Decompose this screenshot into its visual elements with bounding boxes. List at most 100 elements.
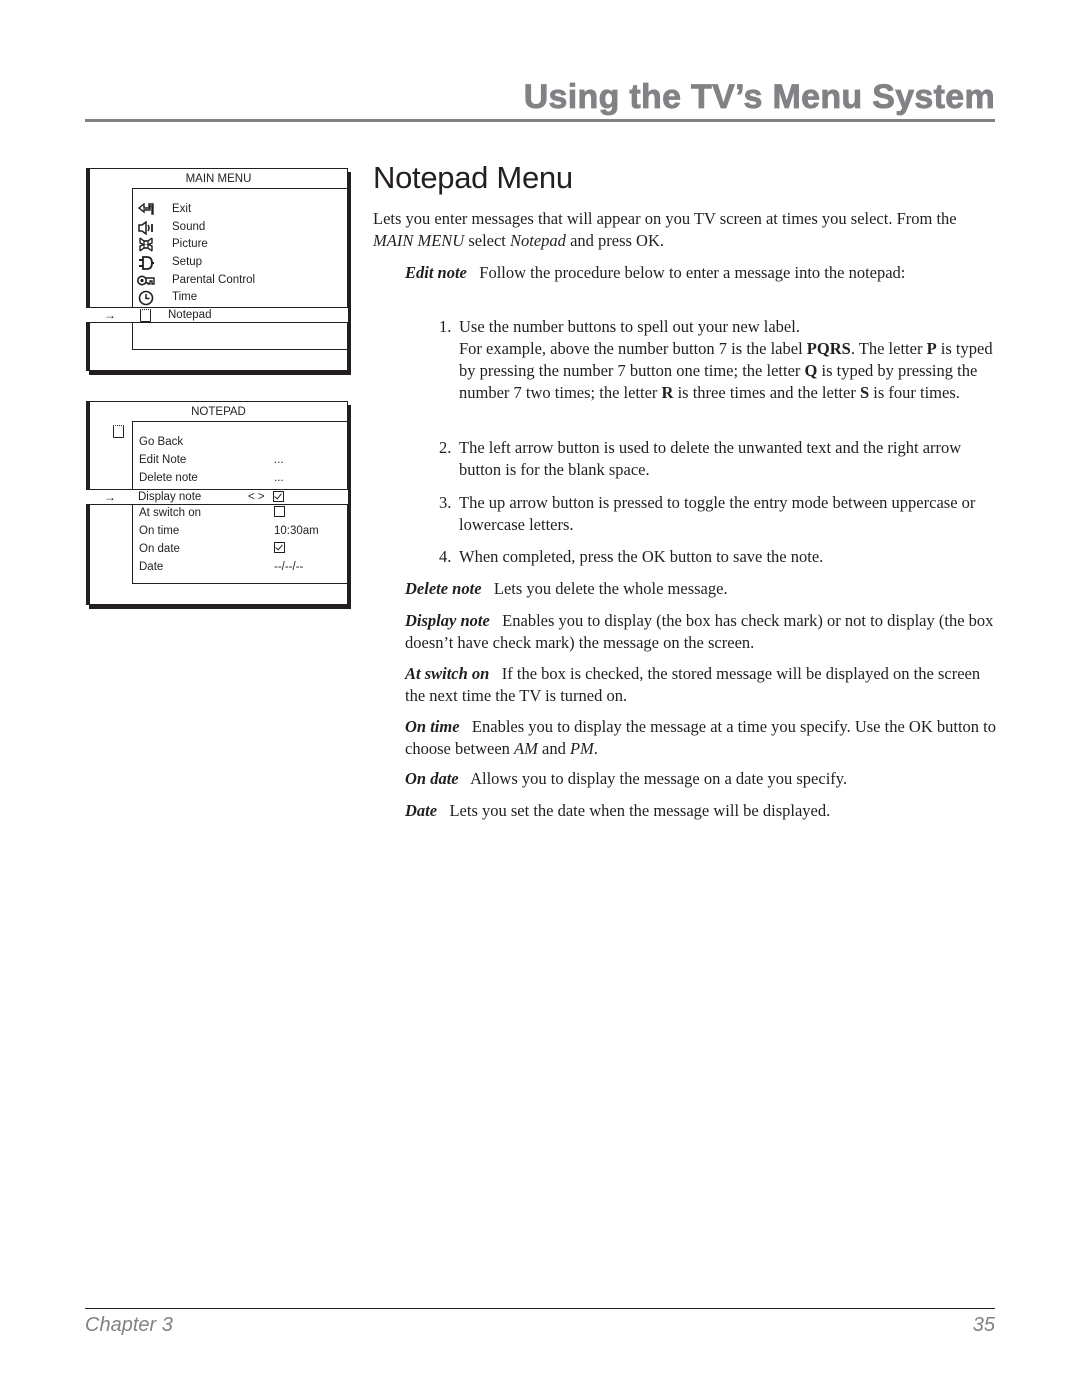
step-number: 1. [439, 317, 452, 336]
step-number: 3. [439, 493, 452, 512]
step-text: The left arrow button is used to delete … [459, 438, 962, 479]
term-display-note: Display note [405, 611, 490, 630]
notepad-selected-row: → Display note < > [86, 489, 348, 505]
notepad-item-delete-note: Delete note... [139, 470, 284, 487]
selection-arrow-icon: → [104, 308, 116, 322]
step-bold: R [661, 383, 674, 402]
main-menu-label: Time [172, 291, 198, 303]
checked-checkbox-icon [274, 541, 285, 558]
intro-text: Lets you enter messages that will appear… [373, 209, 957, 228]
picture-icon [137, 236, 155, 253]
notepad-icon [113, 425, 124, 438]
exit-icon [137, 201, 155, 218]
checked-checkbox-icon [273, 491, 284, 504]
main-menu-label: Picture [172, 238, 208, 250]
notepad-item-value: ... [274, 472, 284, 484]
notepad-item-label: At switch on [139, 507, 201, 519]
footer-page-number: 35 [972, 1314, 995, 1336]
on-time-text: . [593, 739, 598, 758]
display-note-description: Display note Enables you to display (the… [405, 610, 995, 654]
at-switch-on-text: If the box is checked, the stored messag… [405, 664, 981, 705]
intro-main-menu-ref: MAIN MENU [373, 231, 465, 250]
step-text: . The letter [850, 339, 927, 358]
footer-rule [85, 1308, 995, 1309]
date-text: Lets you set the date when the message w… [449, 801, 831, 820]
main-menu-label: Parental Control [172, 274, 256, 286]
step-4: 4. When completed, press the OK button t… [439, 546, 979, 568]
step-text: Use the number buttons to spell out your… [459, 317, 800, 336]
step-bold: S [859, 383, 870, 402]
intro-text: select [464, 231, 511, 250]
notepad-item-label: Display note [138, 491, 202, 503]
clock-icon [137, 289, 155, 306]
notepad-item-label: Delete note [139, 472, 198, 484]
at-switch-on-description: At switch on If the box is checked, the … [405, 663, 995, 707]
main-menu-label: Notepad [168, 309, 212, 321]
step-number: 4. [439, 547, 452, 566]
notepad-item-on-time: On time 10:30am [139, 523, 319, 540]
edit-note-description: Edit note Follow the procedure below to … [405, 262, 965, 284]
notepad-item-on-date: On date [139, 541, 285, 558]
parental-control-key-icon [137, 272, 155, 289]
notepad-item-at-switch-on: At switch on [139, 505, 285, 522]
notepad-item-label: On time [139, 525, 180, 537]
step-bold: P [926, 339, 937, 358]
header-rule [85, 119, 995, 122]
term-at-switch-on: At switch on [405, 664, 490, 683]
notepad-menu-title: NOTEPAD [191, 406, 246, 418]
edit-note-text: Follow the procedure below to enter a me… [479, 263, 906, 282]
section-title: Notepad Menu [373, 160, 573, 195]
step-text: is four times. [869, 383, 960, 402]
main-menu-label: Setup [172, 256, 203, 268]
notepad-item-label: Go Back [139, 436, 184, 448]
notepad-item-value: --/--/-- [274, 561, 304, 573]
left-right-nav-icon: < > [248, 491, 265, 503]
on-time-description: On time Enables you to display the messa… [405, 716, 1000, 760]
notepad-item-edit-note: Edit Note... [139, 452, 284, 469]
notepad-item-go-back: Go Back [139, 434, 183, 451]
term-edit-note: Edit note [405, 263, 467, 282]
on-date-text: Allows you to display the message on a d… [470, 769, 848, 788]
term-delete-note: Delete note [405, 579, 482, 598]
selection-arrow-icon: → [104, 490, 116, 504]
delete-note-description: Delete note Lets you delete the whole me… [405, 578, 995, 600]
on-time-text: and [537, 739, 570, 758]
step-text: The up arrow button is pressed to toggle… [459, 493, 976, 534]
notepad-item-date: Date --/--/-- [139, 559, 303, 576]
notepad-icon [140, 309, 151, 322]
main-menu-list: Exit Sound Picture Setup Parental Contro… [132, 188, 348, 350]
notepad-item-label: On date [139, 543, 180, 555]
intro-text: and press OK. [565, 231, 665, 250]
main-menu-title: MAIN MENU [185, 173, 252, 185]
term-on-time: On time [405, 717, 460, 736]
step-2: 2. The left arrow button is used to dele… [439, 437, 979, 481]
delete-note-text: Lets you delete the whole message. [493, 579, 728, 598]
step-text: When completed, press the OK button to s… [459, 547, 824, 566]
step-bold: Q [804, 361, 818, 380]
on-time-am: AM [514, 739, 538, 758]
page-header-title: Using the TV’s Menu System [523, 78, 995, 117]
step-bold: PQRS [806, 339, 851, 358]
unchecked-checkbox-icon [274, 505, 285, 522]
main-menu-label: Exit [172, 203, 192, 215]
step-number: 2. [439, 438, 452, 457]
notepad-item-label: Edit Note [139, 454, 187, 466]
notepad-menu-illustration: NOTEPAD Go Back Edit Note... Delete note… [86, 401, 348, 605]
intro-paragraph: Lets you enter messages that will appear… [373, 208, 993, 252]
sound-icon [137, 219, 155, 236]
date-description: Date Lets you set the date when the mess… [405, 800, 995, 822]
display-note-text: Enables you to display (the box has chec… [405, 611, 994, 652]
term-on-date: On date [405, 769, 459, 788]
notepad-item-value: 10:30am [274, 525, 319, 537]
term-date: Date [405, 801, 438, 820]
main-menu-illustration: MAIN MENU Exit Sound Picture Setup Paren… [86, 168, 348, 371]
on-date-description: On date Allows you to display the messag… [405, 768, 995, 790]
main-menu-label: Sound [172, 221, 206, 233]
on-time-pm: PM [569, 739, 594, 758]
footer-chapter: Chapter 3 [85, 1314, 173, 1336]
intro-notepad-ref: Notepad [510, 231, 566, 250]
step-text: is three times and the letter [673, 383, 860, 402]
step-1: 1. Use the number buttons to spell out y… [439, 316, 994, 404]
step-text: For example, above the number button 7 i… [459, 339, 807, 358]
step-3: 3. The up arrow button is pressed to tog… [439, 492, 979, 536]
